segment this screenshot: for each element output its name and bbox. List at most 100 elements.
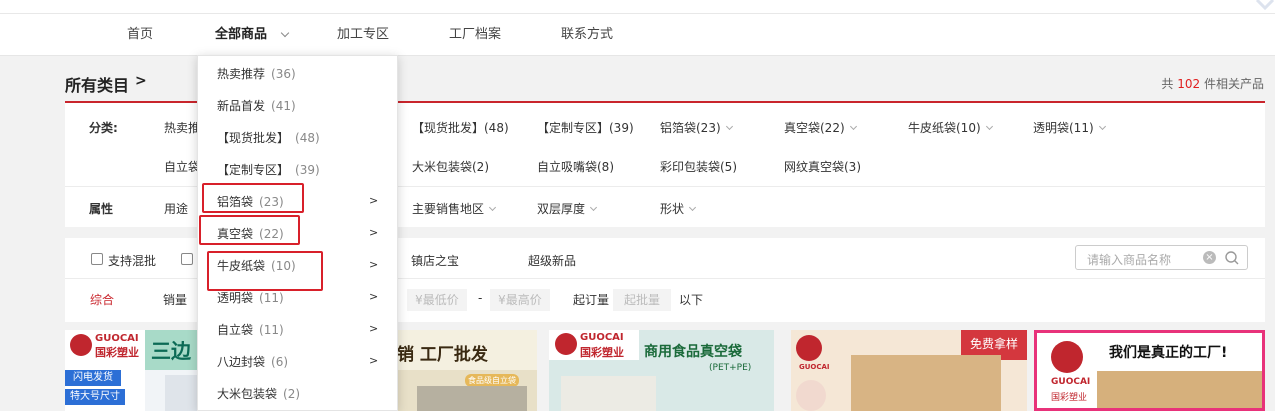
dropdown-item-label: 【定制专区】: [217, 163, 290, 177]
chevron-down-icon: [725, 122, 733, 131]
nav-factory-profile[interactable]: 工厂档案: [449, 14, 501, 56]
sort-sales[interactable]: 销量: [163, 291, 187, 308]
category-item[interactable]: 网纹真空袋(3): [784, 158, 861, 175]
category-item-label: 透明袋(11): [1033, 121, 1094, 135]
product-card[interactable]: GUOCAI 国彩塑业 我们是真正的工厂!: [1034, 330, 1265, 411]
chevron-down-icon: [688, 203, 697, 212]
top-strip: [0, 0, 1275, 14]
search-input[interactable]: 请输入商品名称 ×: [1075, 245, 1248, 270]
category-item-label: 铝箔袋(23): [660, 121, 721, 135]
category-item[interactable]: 大米包装袋(2): [412, 158, 489, 175]
attribute-label: 属性: [89, 202, 114, 216]
moq-label: 起订量: [573, 293, 610, 307]
search-icon[interactable]: [1224, 250, 1240, 266]
dropdown-item-count: (11): [259, 323, 284, 337]
category-item-label: 真空袋(22): [784, 121, 845, 135]
filter-checkbox[interactable]: [181, 253, 193, 265]
attribute-item[interactable]: 主要销售地区: [412, 200, 497, 217]
card-headline: 商用食品真空袋: [644, 344, 742, 360]
max-price-input[interactable]: ¥最高价: [490, 289, 550, 311]
brand-en: GUOCAI: [580, 332, 624, 343]
category-item[interactable]: 真空袋(22): [784, 119, 857, 136]
category-label: 分类:: [89, 121, 118, 135]
product-image: [561, 376, 656, 411]
corner-logo-icon: [1255, 0, 1275, 11]
chevron-down-icon: [488, 203, 497, 212]
mixed-batch-label: 支持混批: [108, 254, 157, 268]
card-headline: 三边: [151, 339, 191, 363]
main-nav: 首页 全部商品 加工专区 工厂档案 联系方式: [0, 14, 1275, 56]
product-card[interactable]: GUOCAI 国彩塑业 商用食品真空袋 (PET+PE): [549, 330, 774, 411]
highlight-box-vacuum-bag: [199, 215, 300, 245]
category-item[interactable]: 自立吸嘴袋(8): [537, 158, 614, 175]
submenu-arrow-icon[interactable]: >: [369, 354, 378, 367]
category-item[interactable]: 铝箔袋(23): [660, 119, 733, 136]
dropdown-item[interactable]: 【定制专区】 (39): [217, 161, 320, 178]
chevron-down-icon[interactable]: [280, 28, 290, 38]
nav-all-products[interactable]: 全部商品: [215, 14, 267, 56]
submenu-arrow-icon[interactable]: >: [369, 194, 378, 207]
attribute-item[interactable]: 用途: [164, 200, 188, 217]
category-item[interactable]: 透明袋(11): [1033, 119, 1106, 136]
result-count-prefix: 共: [1161, 77, 1174, 91]
result-count-suffix: 件相关产品: [1203, 77, 1264, 91]
product-image: [1097, 371, 1262, 408]
dropdown-item[interactable]: 八边封袋 (6): [217, 353, 288, 370]
chevron-down-icon: [985, 122, 993, 131]
sort-comprehensive[interactable]: 综合: [90, 291, 114, 308]
dropdown-item[interactable]: 【现货批发】 (48): [217, 129, 320, 146]
category-item[interactable]: 彩印包装袋(5): [660, 158, 737, 175]
chevron-down-icon: [849, 122, 857, 131]
submenu-arrow-icon[interactable]: >: [369, 322, 378, 335]
category-item[interactable]: 自立袋: [164, 158, 200, 175]
brand-en: GUOCAI: [95, 333, 139, 344]
dropdown-item[interactable]: 新品首发 (41): [217, 97, 296, 114]
brand-logo-icon: [70, 334, 92, 356]
nav-home[interactable]: 首页: [127, 14, 153, 56]
dropdown-item[interactable]: 透明袋 (11): [217, 289, 284, 306]
page-title: 所有类目: [65, 76, 130, 95]
chevron-down-icon: [1098, 122, 1106, 131]
nav-contact[interactable]: 联系方式: [561, 14, 613, 56]
price-dash: -: [478, 291, 483, 305]
category-item[interactable]: 牛皮纸袋(10): [908, 119, 993, 136]
dropdown-item-count: (41): [271, 99, 296, 113]
submenu-arrow-icon[interactable]: >: [369, 290, 378, 303]
min-price-input[interactable]: ¥最低价: [407, 289, 467, 311]
chevron-down-icon: [589, 203, 598, 212]
result-count-number: 102: [1177, 77, 1201, 91]
submenu-arrow-icon[interactable]: >: [369, 258, 378, 271]
brand-cn: 国彩塑业: [95, 346, 139, 359]
card-sub: (PET+PE): [709, 363, 752, 373]
brand-logo-icon: [555, 333, 577, 355]
moq-input[interactable]: 起批量: [613, 289, 671, 311]
dropdown-item[interactable]: 热卖推荐 (36): [217, 65, 296, 82]
product-image: [417, 386, 527, 411]
dropdown-item-count: (11): [259, 291, 284, 305]
category-item[interactable]: 【现货批发】(48): [412, 119, 509, 136]
attribute-item[interactable]: 形状: [660, 200, 697, 217]
dropdown-item-label: 八边封袋: [217, 355, 266, 369]
attribute-item-label: 形状: [660, 202, 685, 216]
category-item[interactable]: 热卖推: [164, 119, 200, 136]
category-item[interactable]: 【定制专区】(39): [537, 119, 634, 136]
dropdown-item[interactable]: 自立袋 (11): [217, 321, 284, 338]
dropdown-item[interactable]: 大米包装袋 (2): [217, 385, 300, 402]
nav-processing[interactable]: 加工专区: [337, 14, 389, 56]
clear-icon[interactable]: ×: [1203, 251, 1216, 264]
search-placeholder: 请输入商品名称: [1087, 253, 1172, 267]
treasure-filter[interactable]: 镇店之宝: [411, 252, 459, 269]
super-new-filter[interactable]: 超级新品: [528, 252, 576, 269]
attribute-item[interactable]: 双层厚度: [537, 200, 598, 217]
dropdown-item-count: (48): [295, 131, 320, 145]
submenu-arrow-icon[interactable]: >: [369, 226, 378, 239]
attribute-item-label: 主要销售地区: [412, 202, 485, 216]
mixed-batch-checkbox[interactable]: [91, 253, 103, 265]
dropdown-item-label: 大米包装袋: [217, 387, 278, 401]
product-card[interactable]: GUOCAI 免费拿样: [791, 330, 1027, 411]
below-label: 以下: [679, 293, 704, 307]
product-card[interactable]: 销 工厂批发 食品级自立袋: [397, 330, 537, 411]
breadcrumb-arrow: >: [135, 73, 147, 89]
dropdown-item-count: (2): [283, 387, 301, 401]
dropdown-item-label: 自立袋: [217, 323, 254, 337]
